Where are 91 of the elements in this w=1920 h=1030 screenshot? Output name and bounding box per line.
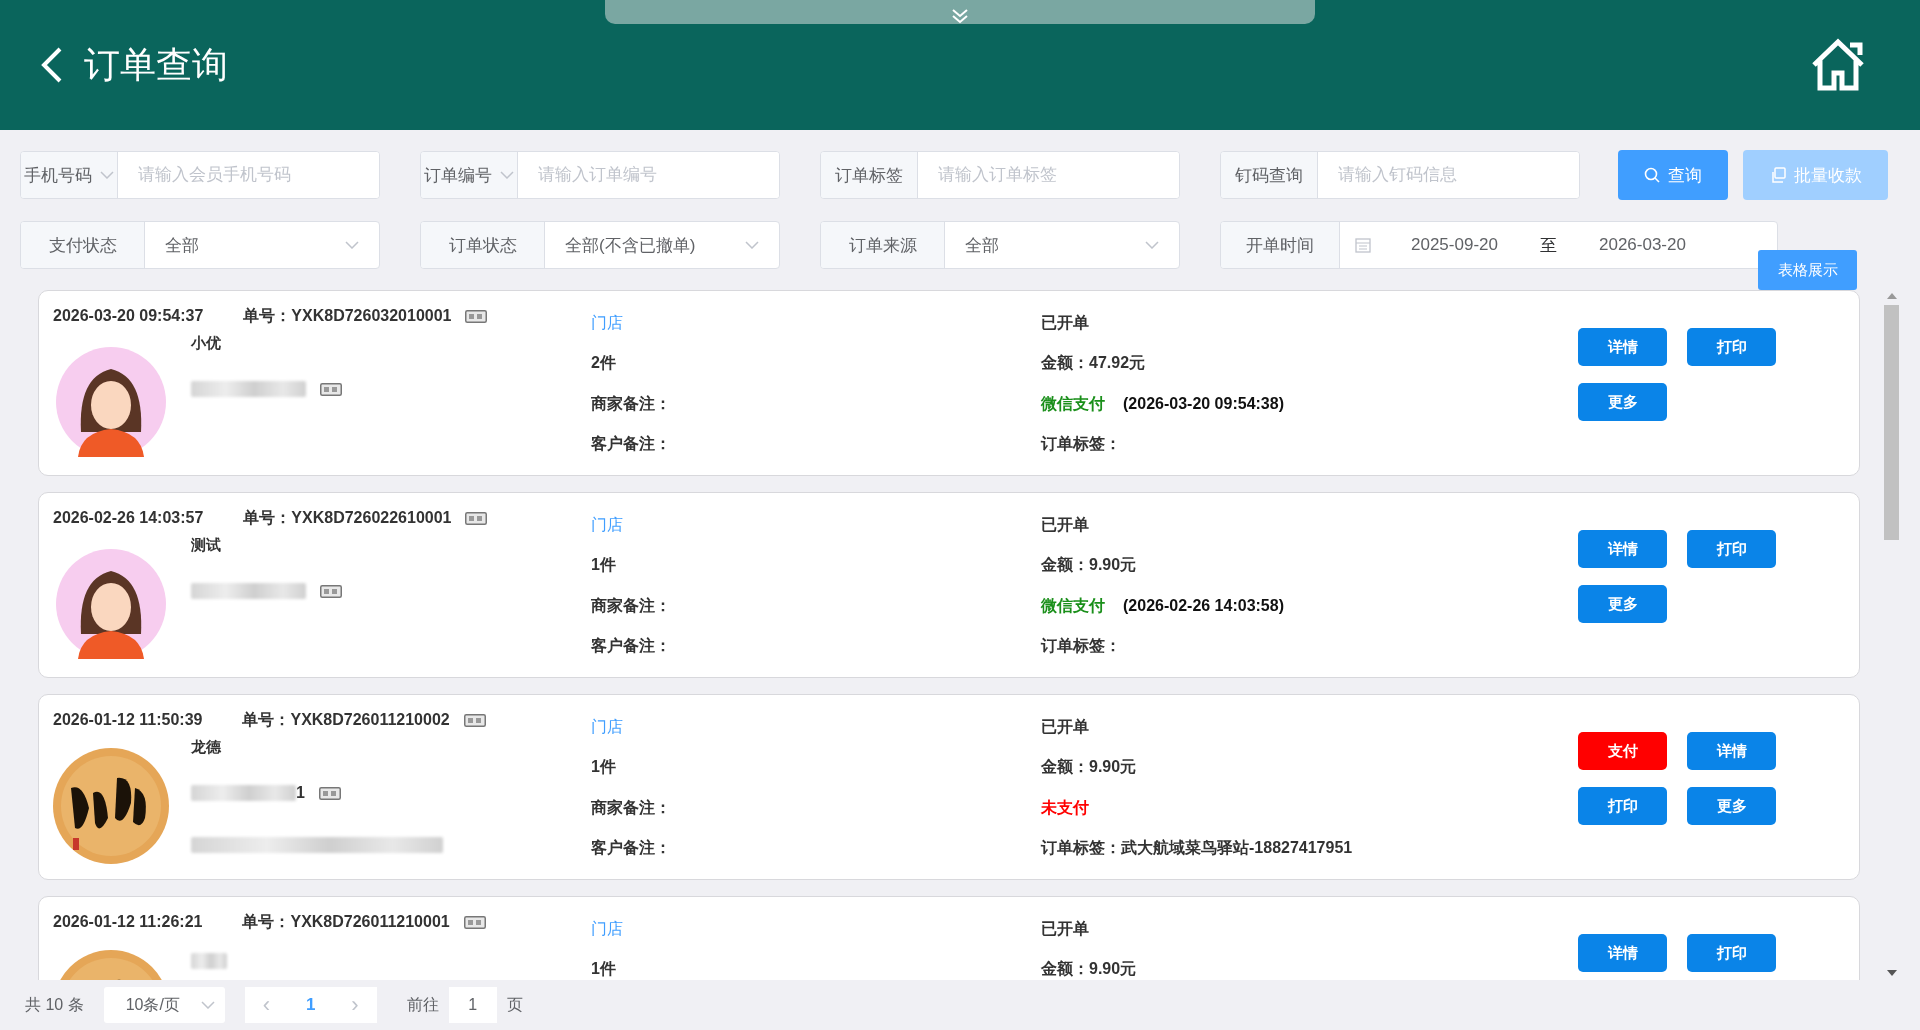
field-label: 钉码查询 bbox=[1221, 152, 1318, 198]
action-button[interactable]: 更多 bbox=[1578, 585, 1667, 623]
page-number[interactable]: 1 bbox=[305, 995, 316, 1015]
action-button[interactable]: 详情 bbox=[1578, 934, 1667, 972]
action-button[interactable]: 详情 bbox=[1687, 732, 1776, 770]
scroll-up-icon[interactable] bbox=[1886, 293, 1897, 299]
filter-field[interactable]: 订单编号 请输入订单编号 bbox=[420, 151, 780, 199]
order-number: 单号：YXK8D726032010001 bbox=[243, 305, 452, 326]
filter-field[interactable]: 手机号码 请输入会员手机号码 bbox=[20, 151, 380, 199]
copy-icon bbox=[1769, 167, 1786, 183]
copy-icon[interactable] bbox=[318, 786, 341, 800]
chevron-down-icon bbox=[100, 171, 114, 179]
order-source-link[interactable]: 门店 bbox=[591, 312, 623, 334]
action-button[interactable]: 更多 bbox=[1687, 787, 1776, 825]
customer-note: 客户备注： bbox=[591, 434, 671, 455]
item-count: 1件 bbox=[591, 757, 616, 778]
pay-button[interactable]: 支付 bbox=[1578, 732, 1667, 770]
customer-name: 测试 bbox=[191, 535, 221, 555]
action-button[interactable]: 打印 bbox=[1687, 530, 1776, 568]
order-time: 2026-01-12 11:26:21 bbox=[53, 913, 203, 931]
item-count: 1件 bbox=[591, 959, 616, 980]
order-status: 已开单 bbox=[1041, 514, 1089, 535]
action-button[interactable]: 打印 bbox=[1578, 787, 1667, 825]
total-count: 共 10 条 bbox=[25, 994, 84, 1015]
customer-name: 龙德 bbox=[191, 737, 221, 757]
goto-label: 前往 bbox=[406, 994, 439, 1015]
copy-icon[interactable] bbox=[320, 382, 342, 396]
payment-status: 未支付 bbox=[1041, 797, 1089, 818]
order-number: 单号：YXK8D726011210001 bbox=[242, 911, 450, 932]
order-status: 已开单 bbox=[1041, 716, 1089, 737]
page-unit: 页 bbox=[506, 994, 523, 1015]
payment-time: (2026-03-20 09:54:38) bbox=[1123, 395, 1284, 414]
home-icon[interactable] bbox=[1810, 37, 1866, 93]
chevron-down-icon bbox=[200, 1001, 215, 1009]
payment-status: 微信支付 bbox=[1041, 595, 1105, 616]
order-time: 2026-01-12 11:50:39 bbox=[53, 711, 203, 729]
order-time: 2026-03-20 09:54:37 bbox=[53, 307, 204, 325]
avatar-figure-icon bbox=[56, 549, 166, 659]
order-time: 2026-02-26 14:03:57 bbox=[53, 509, 204, 527]
action-button[interactable]: 打印 bbox=[1687, 328, 1776, 366]
order-amount: 金额：47.92元 bbox=[1041, 353, 1146, 374]
filter-field[interactable]: 订单标签 请输入订单标签 bbox=[820, 151, 1180, 199]
order-amount: 金额：9.90元 bbox=[1041, 959, 1137, 980]
order-tag: 订单标签： bbox=[1041, 434, 1121, 456]
field-type-dropdown[interactable]: 订单编号 bbox=[421, 152, 518, 198]
filter-field[interactable]: 钉码查询 请输入钉码信息 bbox=[1220, 151, 1580, 199]
action-button[interactable]: 更多 bbox=[1578, 383, 1667, 421]
merchant-note: 商家备注： bbox=[591, 797, 671, 818]
table-view-button[interactable]: 表格展示 bbox=[1758, 250, 1857, 290]
copy-icon[interactable] bbox=[463, 713, 486, 727]
copy-icon[interactable] bbox=[320, 584, 342, 598]
order-amount: 金额：9.90元 bbox=[1041, 555, 1137, 576]
page-title: 订单查询 bbox=[84, 42, 229, 87]
page-size-select[interactable]: 10条/页 bbox=[103, 987, 225, 1023]
payment-status: 微信支付 bbox=[1041, 393, 1105, 414]
field-label: 订单标签 bbox=[821, 152, 918, 198]
avatar-figure-icon bbox=[56, 347, 166, 457]
action-button[interactable]: 详情 bbox=[1578, 530, 1667, 568]
order-tag: 订单标签：武大航域菜鸟驿站-18827417951 bbox=[1041, 838, 1353, 860]
action-button[interactable]: 打印 bbox=[1687, 934, 1776, 972]
order-status: 已开单 bbox=[1041, 918, 1089, 939]
phone-tail: 1 bbox=[296, 784, 305, 802]
back-icon[interactable] bbox=[40, 46, 64, 84]
copy-icon[interactable] bbox=[465, 309, 488, 323]
order-tag: 订单标签： bbox=[1041, 636, 1121, 658]
order-source-link[interactable]: 门店 bbox=[591, 918, 623, 940]
item-count: 2件 bbox=[591, 353, 616, 374]
order-number: 单号：YXK8D726022610001 bbox=[243, 507, 452, 528]
merchant-note: 商家备注： bbox=[591, 595, 671, 616]
order-status: 已开单 bbox=[1041, 312, 1089, 333]
order-source-link[interactable]: 门店 bbox=[591, 716, 623, 738]
scrollbar-thumb[interactable] bbox=[1884, 305, 1899, 540]
merchant-note: 商家备注： bbox=[591, 393, 671, 414]
action-button[interactable]: 详情 bbox=[1578, 328, 1667, 366]
search-icon bbox=[1644, 167, 1660, 183]
chevron-down-icon bbox=[500, 171, 514, 179]
scroll-down-icon[interactable] bbox=[1886, 970, 1897, 976]
search-button[interactable]: 查询 bbox=[1618, 150, 1728, 200]
customer-note: 客户备注： bbox=[591, 838, 671, 859]
copy-icon[interactable] bbox=[465, 511, 488, 525]
goto-page-field[interactable]: 1 bbox=[448, 987, 497, 1023]
customer-name: 小优 bbox=[191, 333, 221, 353]
double-chevron-down-icon bbox=[951, 8, 969, 24]
customer-note: 客户备注： bbox=[591, 636, 671, 657]
order-source-link[interactable]: 门店 bbox=[591, 514, 623, 536]
order-number: 单号：YXK8D726011210002 bbox=[242, 709, 450, 730]
item-count: 1件 bbox=[591, 555, 616, 576]
order-amount: 金额：9.90元 bbox=[1041, 757, 1137, 778]
copy-icon[interactable] bbox=[463, 915, 486, 929]
payment-time: (2026-02-26 14:03:58) bbox=[1123, 597, 1284, 616]
field-type-dropdown[interactable]: 手机号码 bbox=[21, 152, 118, 198]
